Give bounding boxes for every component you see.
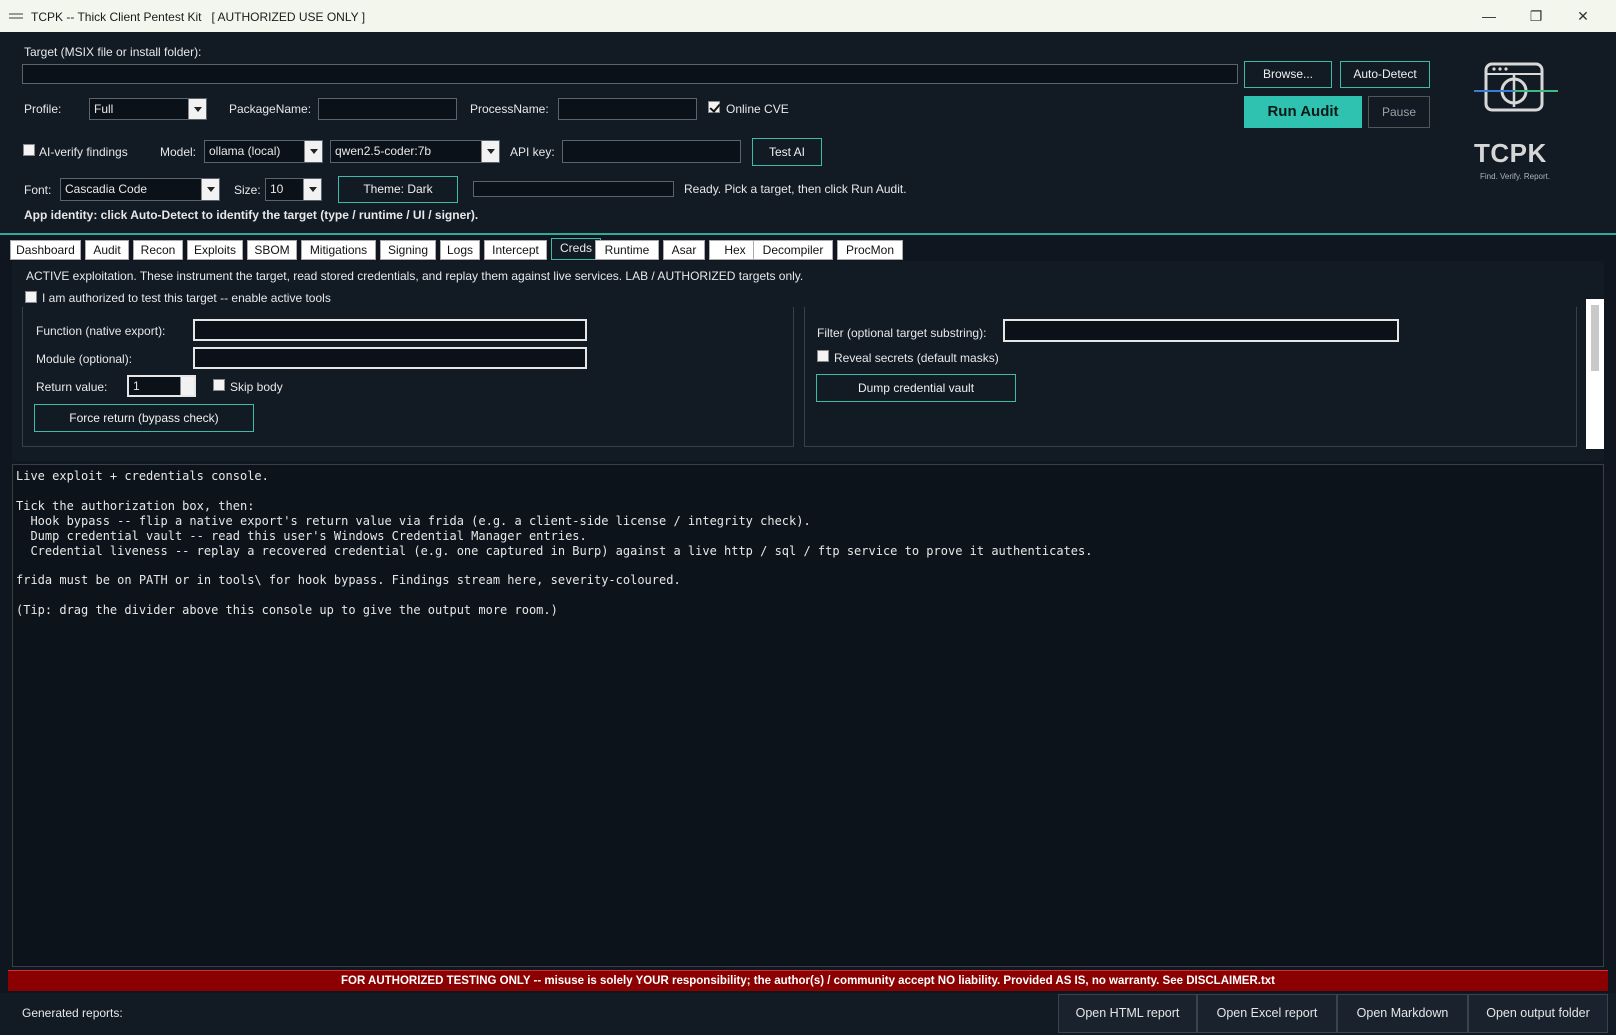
open-markdown-button[interactable]: Open Markdown — [1337, 994, 1468, 1033]
chevron-down-icon — [188, 99, 206, 119]
chevron-down-icon — [303, 179, 321, 200]
test-ai-button[interactable]: Test AI — [752, 138, 822, 166]
dump-credential-vault-button[interactable]: Dump credential vault — [816, 374, 1016, 402]
tab-exploits[interactable]: Exploits — [187, 240, 243, 260]
api-key-label: API key: — [510, 145, 555, 159]
tab-asar[interactable]: Asar — [663, 240, 705, 260]
creds-panel: ACTIVE exploitation. These instrument th… — [12, 261, 1604, 461]
spinner-arrows-icon[interactable] — [180, 377, 194, 395]
window-title: TCPK -- Thick Client Pentest Kit [ AUTHO… — [31, 10, 366, 24]
process-name-label: ProcessName: — [470, 102, 549, 116]
online-cve-checkbox[interactable] — [708, 101, 720, 113]
tab-procmon[interactable]: ProcMon — [837, 240, 903, 260]
creds-banner: ACTIVE exploitation. These instrument th… — [26, 269, 804, 283]
size-value: 10 — [270, 182, 284, 196]
config-area: Target (MSIX file or install folder): Br… — [0, 32, 1616, 235]
ai-verify-label: AI-verify findings — [39, 145, 128, 159]
tab-intercept[interactable]: Intercept — [484, 240, 547, 260]
progress-bar — [473, 181, 674, 197]
return-value-label: Return value: — [36, 380, 108, 394]
generated-reports-label: Generated reports: — [22, 1006, 123, 1020]
theme-button[interactable]: Theme: Dark — [338, 176, 458, 203]
open-html-report-button[interactable]: Open HTML report — [1058, 994, 1197, 1033]
browse-button[interactable]: Browse... — [1244, 61, 1332, 88]
ai-verify-checkbox[interactable] — [23, 144, 35, 156]
panel-scrollbar[interactable] — [1586, 299, 1604, 449]
tab-sbom[interactable]: SBOM — [247, 240, 297, 260]
force-return-button[interactable]: Force return (bypass check) — [34, 404, 254, 432]
online-cve-label: Online CVE — [726, 102, 789, 116]
tab-decompiler[interactable]: Decompiler — [753, 240, 833, 260]
scrollbar-thumb[interactable] — [1591, 305, 1599, 371]
provider-value: ollama (local) — [209, 144, 281, 158]
return-value-stepper[interactable]: 1 — [127, 375, 196, 397]
auto-detect-button[interactable]: Auto-Detect — [1340, 61, 1430, 88]
profile-select[interactable]: Full — [89, 98, 207, 120]
profile-value: Full — [94, 102, 114, 116]
size-select[interactable]: 10 — [265, 178, 322, 201]
chevron-down-icon — [304, 141, 322, 162]
tab-runtime[interactable]: Runtime — [595, 240, 659, 260]
output-console[interactable]: Live exploit + credentials console. Tick… — [12, 464, 1604, 967]
module-input[interactable] — [193, 347, 587, 369]
disclaimer-banner: FOR AUTHORIZED TESTING ONLY -- misuse is… — [8, 970, 1608, 991]
size-label: Size: — [234, 183, 261, 197]
minimize-button[interactable]: — — [1474, 6, 1504, 26]
tab-mitigations[interactable]: Mitigations — [301, 240, 376, 260]
filter-input[interactable] — [1003, 319, 1399, 342]
open-output-folder-button[interactable]: Open output folder — [1468, 994, 1608, 1033]
run-audit-button[interactable]: Run Audit — [1244, 96, 1362, 128]
font-value: Cascadia Code — [65, 182, 148, 196]
status-text: Ready. Pick a target, then click Run Aud… — [684, 182, 907, 196]
reveal-secrets-checkbox[interactable] — [817, 350, 829, 362]
app-identity-text: App identity: click Auto-Detect to ident… — [24, 208, 479, 222]
return-value: 1 — [133, 379, 140, 393]
function-input[interactable] — [193, 319, 587, 341]
close-button[interactable]: ✕ — [1568, 6, 1598, 26]
pause-button[interactable]: Pause — [1368, 96, 1430, 128]
module-label: Module (optional): — [36, 352, 133, 366]
package-name-label: PackageName: — [229, 102, 312, 116]
function-label: Function (native export): — [36, 324, 166, 338]
authorize-checkbox[interactable] — [25, 291, 37, 303]
tab-recon[interactable]: Recon — [133, 240, 183, 260]
app-icon — [9, 13, 23, 19]
tab-signing[interactable]: Signing — [380, 240, 436, 260]
hook-bypass-group: Function (native export): Module (option… — [22, 307, 794, 447]
tab-creds[interactable]: Creds — [551, 238, 601, 260]
process-name-input[interactable] — [558, 98, 697, 120]
tab-logs[interactable]: Logs — [440, 240, 480, 260]
skip-body-label: Skip body — [230, 380, 283, 394]
model-select[interactable]: qwen2.5-coder:7b — [330, 140, 500, 163]
title-bar: TCPK -- Thick Client Pentest Kit [ AUTHO… — [0, 0, 1616, 32]
chevron-down-icon — [201, 179, 219, 200]
open-excel-report-button[interactable]: Open Excel report — [1197, 994, 1337, 1033]
authorize-label: I am authorized to test this target -- e… — [42, 291, 331, 305]
model-value: qwen2.5-coder:7b — [335, 144, 432, 158]
provider-select[interactable]: ollama (local) — [204, 140, 323, 163]
logo-name: TCPK — [1474, 138, 1547, 168]
tab-dashboard[interactable]: Dashboard — [10, 240, 81, 260]
tab-audit[interactable]: Audit — [85, 240, 129, 260]
skip-body-checkbox[interactable] — [213, 379, 225, 391]
filter-label: Filter (optional target substring): — [817, 326, 987, 340]
package-name-input[interactable] — [318, 98, 457, 120]
model-label: Model: — [160, 145, 197, 159]
target-input[interactable] — [22, 64, 1238, 84]
tcpk-logo-icon — [1474, 62, 1558, 112]
reveal-secrets-label: Reveal secrets (default masks) — [834, 351, 999, 365]
font-label: Font: — [24, 183, 52, 197]
target-label: Target (MSIX file or install folder): — [24, 45, 202, 59]
font-select[interactable]: Cascadia Code — [60, 178, 220, 201]
profile-label: Profile: — [24, 102, 62, 116]
credential-vault-group: Filter (optional target substring): Reve… — [804, 307, 1577, 447]
api-key-input[interactable] — [562, 140, 741, 163]
reports-bar: Generated reports: Open HTML report Open… — [0, 993, 1616, 1035]
chevron-down-icon — [481, 141, 499, 162]
maximize-button[interactable]: ❐ — [1521, 6, 1551, 26]
logo-tagline: Find. Verify. Report. — [1480, 172, 1551, 181]
